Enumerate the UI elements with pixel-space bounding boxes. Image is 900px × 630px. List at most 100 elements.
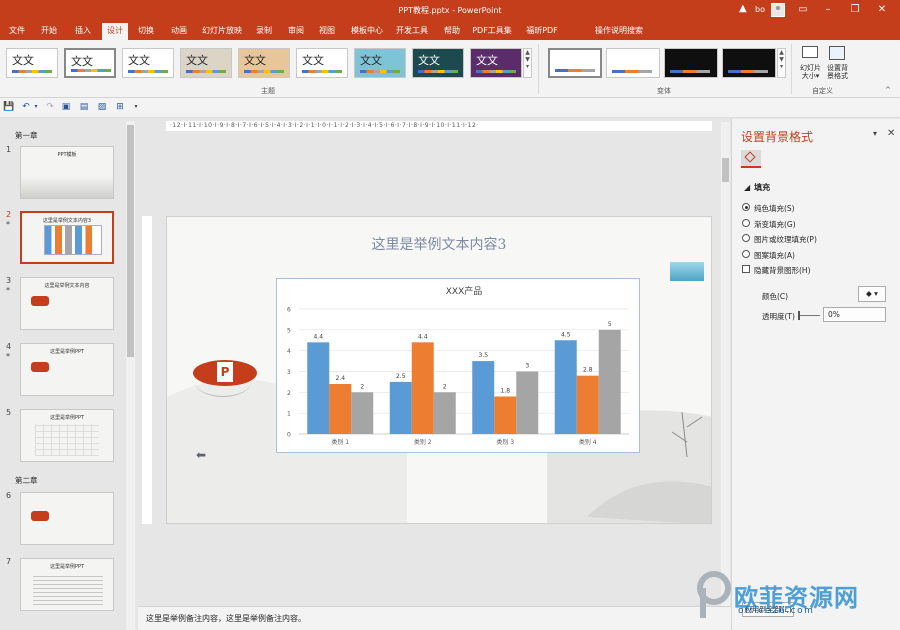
transparency-input[interactable]: 0%: [823, 307, 886, 322]
radio-button[interactable]: [742, 203, 750, 211]
animation-star-icon: *: [6, 220, 10, 229]
powerpoint-window: PPT教程.pptx - PowerPoint ▲ bo ▭ – ❐ ✕ 文件开…: [0, 0, 900, 630]
themes-group-label: 主题: [261, 87, 275, 95]
tab-10[interactable]: 模板中心: [346, 23, 388, 40]
undo-icon[interactable]: ↶: [20, 101, 32, 113]
slider-handle[interactable]: [798, 311, 800, 320]
pane-options-icon[interactable]: ▾: [873, 129, 877, 138]
slide-thumbnail[interactable]: 这里是举例PPT: [20, 409, 114, 462]
back-arrow-icon[interactable]: ⬅: [196, 448, 206, 462]
thumbnail-title: 这里是举例PPT: [49, 415, 85, 421]
slide-scroll-thumb[interactable]: [722, 158, 729, 182]
tab-7[interactable]: 录制: [250, 23, 278, 40]
theme-option[interactable]: 文文: [180, 48, 232, 78]
thumbs-scroll-thumb[interactable]: [127, 125, 134, 357]
fill-radio-option[interactable]: 图案填充(A): [742, 249, 795, 261]
notes-text[interactable]: 这里是举例备注内容，这里是举例备注内容。: [146, 613, 306, 624]
chart[interactable]: XXX产品 0 1 2 3 4 5 6 4.4 2.4 2 类别 1 2.5 4.4 2 类别 2 3.5 1.8…: [276, 278, 640, 453]
tab-9[interactable]: 视图: [313, 23, 341, 40]
tab-2[interactable]: 插入: [68, 23, 98, 40]
section-header[interactable]: 第一章: [15, 130, 38, 141]
slideshow-icon[interactable]: ▣: [60, 101, 72, 113]
notes-pane[interactable]: 这里是举例备注内容，这里是举例备注内容。: [138, 606, 731, 630]
slide-size-button[interactable]: 幻灯片 大小▾: [797, 44, 824, 86]
theme-option[interactable]: 文文: [412, 48, 464, 78]
tab-0[interactable]: 文件: [4, 23, 30, 40]
format-background-button[interactable]: 设置背 景格式: [824, 44, 851, 86]
tab-4[interactable]: 切换: [132, 23, 160, 40]
tab-3[interactable]: 设计: [102, 23, 128, 40]
themes-scroll[interactable]: ▲ ▼ ▾: [523, 48, 532, 78]
tab-14[interactable]: 福昕PDF: [520, 23, 564, 40]
data-label: 3.5: [478, 352, 488, 359]
checkbox[interactable]: [742, 265, 750, 273]
theme-color-strip: [244, 70, 284, 73]
fill-tab-icon[interactable]: [741, 150, 761, 168]
slide-scrollbar[interactable]: [721, 122, 730, 606]
close-button[interactable]: ✕: [872, 2, 892, 18]
theme-option[interactable]: 文文: [122, 48, 174, 78]
minimize-button[interactable]: –: [818, 2, 838, 18]
save-icon[interactable]: 💾: [3, 101, 15, 113]
color-picker-button[interactable]: ◆ ▾: [858, 286, 886, 302]
slide-thumbnail[interactable]: 这里是举例PPT: [20, 558, 114, 611]
tab-13[interactable]: PDF工具集: [470, 23, 514, 40]
radio-button[interactable]: [742, 218, 750, 227]
theme-option[interactable]: 文文: [470, 48, 522, 78]
theme-option[interactable]: 文文: [64, 48, 116, 78]
section-header[interactable]: 第二章: [15, 475, 38, 486]
picture-thumbnail[interactable]: [670, 262, 704, 281]
tab-11[interactable]: 开发工具: [392, 23, 432, 40]
restore-button[interactable]: ❐: [845, 2, 865, 18]
theme-option[interactable]: 文文: [296, 48, 348, 78]
tab-8[interactable]: 审阅: [283, 23, 309, 40]
tab-5[interactable]: 动画: [164, 23, 194, 40]
variant-option[interactable]: [664, 48, 718, 78]
theme-option[interactable]: 文文: [6, 48, 58, 78]
slide-thumbnail[interactable]: 这里是举例文本内容3: [20, 211, 114, 264]
fill-radio-option[interactable]: 纯色填充(S): [742, 203, 795, 214]
thumbs-scrollbar[interactable]: [126, 121, 135, 630]
tab-12[interactable]: 帮助: [438, 23, 466, 40]
variant-option[interactable]: [722, 48, 776, 78]
data-label: 4.5: [561, 331, 571, 338]
tab-1[interactable]: 开始: [34, 23, 64, 40]
slide-number: 3: [6, 276, 12, 285]
avatar[interactable]: [771, 3, 785, 17]
thumbnail-content: [35, 424, 99, 456]
theme-option[interactable]: 文文: [354, 48, 406, 78]
tab-15[interactable]: 操作说明搜索: [584, 23, 654, 40]
hide-background-checkbox[interactable]: 隐藏背景图形(H): [742, 265, 811, 276]
fill-section-header[interactable]: ◢ 填充: [744, 182, 770, 193]
warning-icon[interactable]: ▲: [739, 3, 751, 17]
user-name[interactable]: bo: [755, 5, 765, 14]
tab-6[interactable]: 幻灯片放映: [198, 23, 246, 40]
transparency-slider[interactable]: [798, 311, 820, 320]
new-slide-icon[interactable]: ▤: [78, 101, 90, 113]
variants-scroll[interactable]: ▲ ▼ ▾: [777, 48, 786, 78]
slide-canvas[interactable]: 这里是举例文本内容3 P ⬅ XXX产品 0 1 2 3 4 5 6 4.4 2.4 2 类别 1 2.…: [166, 216, 712, 524]
slide-thumbnail[interactable]: 这里是举例文本内容: [20, 277, 114, 330]
radio-button[interactable]: [742, 249, 750, 258]
theme-option[interactable]: 文文: [238, 48, 290, 78]
ribbon-display-icon[interactable]: ▭: [793, 2, 813, 18]
variant-option[interactable]: [548, 48, 602, 78]
slide-thumbnail[interactable]: 这里是举例PPT: [20, 343, 114, 396]
slide-number: 4: [6, 342, 12, 351]
radio-button[interactable]: [742, 234, 750, 242]
collapse-ribbon-icon[interactable]: ^: [885, 86, 891, 94]
separator: [538, 44, 539, 94]
image-icon[interactable]: ▨: [96, 101, 108, 113]
table-icon[interactable]: ⊞: [114, 101, 126, 113]
variant-option[interactable]: [606, 48, 660, 78]
fill-radio-option[interactable]: 渐变填充(G): [742, 218, 796, 230]
slide-title[interactable]: 这里是举例文本内容3: [167, 234, 711, 254]
customize-toolbar-icon[interactable]: ▾: [132, 101, 140, 113]
bar: [554, 340, 577, 434]
redo-icon[interactable]: ↷: [44, 101, 56, 113]
slide-thumbnail[interactable]: PPT模板: [20, 146, 114, 199]
undo-dropdown-icon[interactable]: ▾: [32, 101, 40, 113]
pane-close-icon[interactable]: ✕: [887, 128, 895, 139]
slide-thumbnail[interactable]: [20, 492, 114, 545]
fill-radio-option[interactable]: 图片或纹理填充(P): [742, 234, 817, 245]
